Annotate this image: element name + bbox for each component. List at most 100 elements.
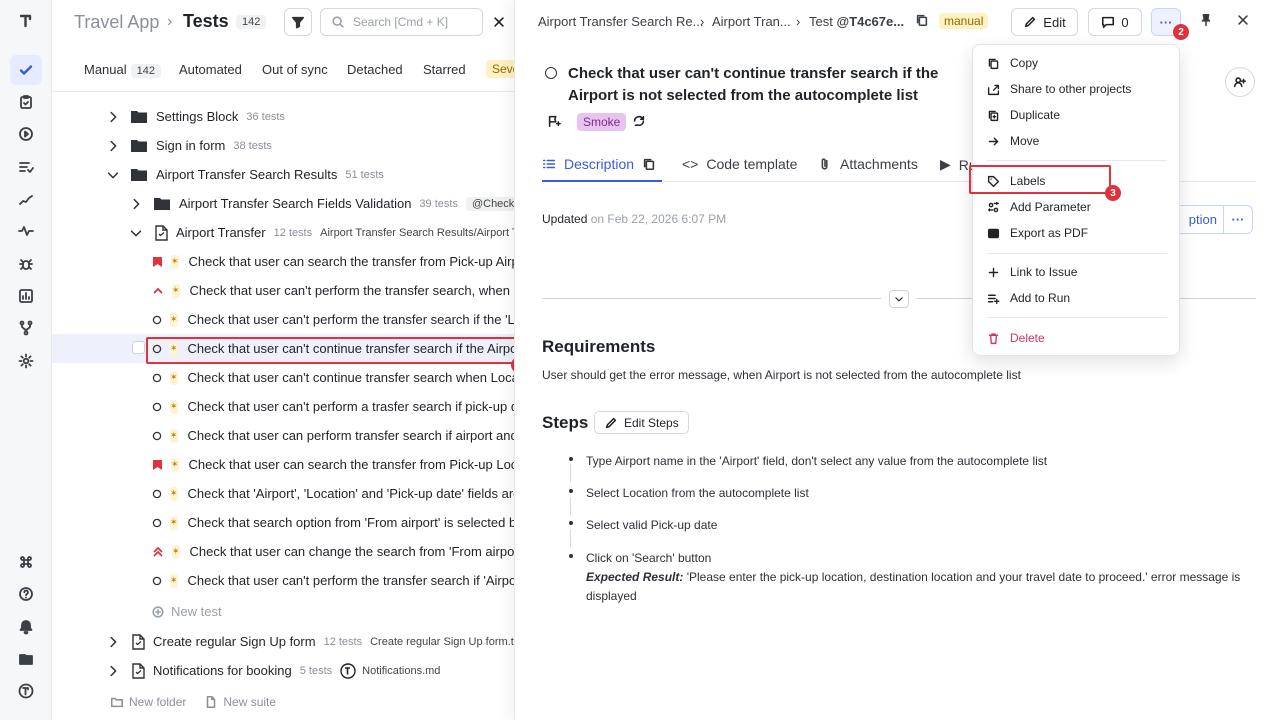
row-checkbox[interactable] xyxy=(132,341,145,354)
test-row[interactable]: ✶ Check that user can change the search f… xyxy=(52,537,514,566)
chevron-right-icon[interactable] xyxy=(106,664,120,678)
menu-item-copy[interactable]: Copy xyxy=(973,51,1181,75)
list-icon xyxy=(542,159,556,169)
label-chip[interactable]: Smoke xyxy=(577,113,627,131)
manual-test-icon: ✶ xyxy=(170,515,178,530)
pin-button[interactable] xyxy=(1199,13,1213,30)
subfolder-row[interactable]: Airport Transfer Search Fields Validatio… xyxy=(52,189,514,218)
test-name: Check that user can change the search fr… xyxy=(189,544,514,559)
analytics-icon[interactable] xyxy=(10,281,42,311)
test-row[interactable]: ✶ Check that user can search the transfer… xyxy=(52,450,514,479)
tree-bottom-actions: New folder New suite xyxy=(110,695,276,709)
filter-icon xyxy=(291,16,305,29)
logo-icon[interactable] xyxy=(10,6,42,36)
step-bullet xyxy=(569,489,573,493)
new-suite-button[interactable]: New suite xyxy=(204,695,276,709)
folder-row[interactable]: Notifications for booking 5 tests Notifi… xyxy=(52,656,514,685)
menu-item-move[interactable]: Move xyxy=(973,129,1181,153)
comments-count: 0 xyxy=(1121,14,1129,30)
test-row[interactable]: ✶ Check that 'Airport', 'Location' and 'P… xyxy=(52,479,514,508)
chevron-right-icon[interactable] xyxy=(106,110,120,124)
duplicate-icon xyxy=(988,110,999,121)
test-row[interactable]: ✶ Check that user can't continue transfer… xyxy=(52,363,514,392)
test-row[interactable]: ✶ Check that search option from 'From air… xyxy=(52,508,514,537)
add-to-run-icon xyxy=(987,294,1000,304)
search-input[interactable] xyxy=(353,15,473,29)
tab-attachments[interactable]: Attachments xyxy=(818,156,918,172)
folder-row[interactable]: Create regular Sign Up form 12 tests Cre… xyxy=(52,627,514,656)
comments-button[interactable]: 0 xyxy=(1088,8,1142,36)
settings-icon[interactable] xyxy=(10,346,42,376)
breadcrumb-folder[interactable]: Airport Transfer Search Re... xyxy=(538,14,703,29)
tab-detached[interactable]: Detached xyxy=(347,62,403,77)
test-row[interactable]: ✶ Check that user can search the transfer… xyxy=(52,247,514,276)
labels-flag-icon[interactable] xyxy=(547,114,561,131)
test-row[interactable]: ✶ Check that user can't perform the trans… xyxy=(52,305,514,334)
command-icon[interactable] xyxy=(10,547,42,577)
tab-starred[interactable]: Starred xyxy=(423,62,466,77)
menu-item-add-parameter[interactable]: Add Parameter xyxy=(973,195,1181,219)
chevron-down-icon[interactable] xyxy=(106,168,120,182)
tab-description[interactable]: Description xyxy=(542,156,656,172)
suite-row[interactable]: Airport Transfer 12 tests Airport Transf… xyxy=(52,218,514,247)
suite-file-name: Notifications.md xyxy=(362,664,441,677)
folder-row[interactable]: Sign in form 38 tests xyxy=(52,131,514,160)
test-row[interactable]: ✶ Check that user can't perform the trans… xyxy=(52,566,514,595)
chevron-right-icon[interactable] xyxy=(106,139,120,153)
search-box[interactable] xyxy=(320,8,483,36)
tests-nav-icon[interactable] xyxy=(10,55,42,85)
runs-icon[interactable] xyxy=(10,119,42,149)
menu-item-delete[interactable]: Delete xyxy=(973,326,1181,350)
description-more-button[interactable]: ··· xyxy=(1223,205,1253,234)
bell-icon[interactable] xyxy=(10,612,42,642)
chevron-down-icon[interactable] xyxy=(129,226,143,240)
collapse-button[interactable] xyxy=(889,290,909,308)
edit-button[interactable]: Edit xyxy=(1011,8,1078,36)
folder-row[interactable]: Airport Transfer Search Results 51 tests xyxy=(52,160,514,189)
pulse-icon[interactable] xyxy=(10,216,42,246)
edit-steps-button[interactable]: Edit Steps xyxy=(594,411,689,434)
tab-automated[interactable]: Automated xyxy=(179,62,242,77)
breadcrumb-suite[interactable]: Airport Tran... xyxy=(712,14,791,29)
tab-manual[interactable]: Manual 142 xyxy=(84,62,161,78)
chevron-right-icon[interactable] xyxy=(106,635,120,649)
clipboard-icon[interactable] xyxy=(10,87,42,117)
step-text: Select valid Pick-up date xyxy=(586,518,718,532)
new-folder-button[interactable]: New folder xyxy=(110,695,186,709)
assign-user-button[interactable] xyxy=(1225,67,1255,97)
menu-item-labels[interactable]: Labels xyxy=(973,169,1181,193)
menu-item-duplicate[interactable]: Duplicate xyxy=(973,103,1181,127)
plans-icon[interactable] xyxy=(10,152,42,182)
detail-header: Airport Transfer Search Re... › Airport … xyxy=(515,0,1280,44)
sync-icon[interactable] xyxy=(632,114,646,131)
projects-icon[interactable] xyxy=(10,644,42,674)
steps-icon[interactable] xyxy=(10,184,42,214)
close-search-button[interactable] xyxy=(489,12,509,32)
menu-item-link-issue[interactable]: Link to Issue xyxy=(973,260,1181,284)
new-test-button[interactable]: New test xyxy=(52,597,514,626)
menu-separator xyxy=(987,317,1167,318)
test-row[interactable]: ✶ Check that user can't perform a trasfer… xyxy=(52,392,514,421)
suite-name: Create regular Sign Up form xyxy=(153,634,316,649)
account-logo-icon[interactable] xyxy=(10,676,42,706)
app-name-link[interactable]: Travel App xyxy=(74,12,159,33)
filter-button[interactable] xyxy=(284,8,312,36)
tab-code-template[interactable]: <> Code template xyxy=(682,156,797,172)
test-row[interactable]: ✶ Check that user can perform transfer se… xyxy=(52,421,514,450)
status-circle-icon xyxy=(545,67,557,79)
folder-row[interactable]: Settings Block 36 tests xyxy=(52,102,514,131)
branch-icon[interactable] xyxy=(10,313,42,343)
menu-item-export-pdf[interactable]: Export as PDF xyxy=(973,221,1181,245)
help-icon[interactable] xyxy=(10,579,42,609)
menu-item-add-to-run[interactable]: Add to Run xyxy=(973,286,1181,310)
copy-id-button[interactable] xyxy=(915,13,929,30)
tab-severity[interactable]: Seve xyxy=(486,60,514,78)
menu-item-share[interactable]: Share to other projects xyxy=(973,77,1181,101)
test-row[interactable]: ✶ Check that user can't continue transfer… xyxy=(52,334,514,363)
bug-icon[interactable] xyxy=(10,249,42,279)
tab-out-of-sync[interactable]: Out of sync xyxy=(262,62,328,77)
test-row[interactable]: ✶ Check that user can't perform the trans… xyxy=(52,276,514,305)
chevron-right-icon[interactable] xyxy=(129,197,143,211)
step-bullet xyxy=(569,554,573,558)
close-detail-button[interactable] xyxy=(1236,13,1250,30)
